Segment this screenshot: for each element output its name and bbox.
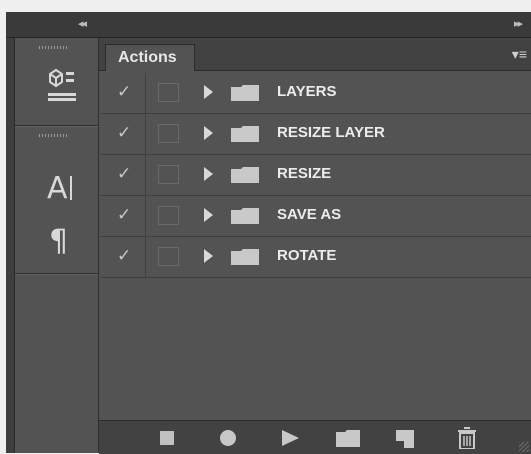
dock-separator (15, 273, 98, 275)
actions-toolbar (99, 420, 531, 454)
action-set-label: LAYERS (277, 83, 337, 100)
column-divider (145, 73, 146, 113)
column-divider (145, 196, 146, 236)
expand-triangle-icon[interactable] (204, 85, 213, 99)
action-set-label: SAVE AS (277, 206, 342, 223)
tab-actions[interactable]: Actions (105, 44, 195, 71)
app-frame: ◂◂ ▸▸ A ¶ Actions ▾≡ ✓ LAYERS ✓ RESIZE L… (6, 12, 531, 454)
column-divider (145, 155, 146, 195)
collapse-right-icon[interactable]: ▸▸ (514, 17, 523, 30)
column-divider (145, 114, 146, 154)
toggle-dialog-box[interactable] (158, 165, 179, 184)
dock-separator (15, 125, 98, 127)
collapse-left-icon[interactable]: ◂◂ (78, 17, 87, 30)
toggle-item-check-icon[interactable]: ✓ (117, 123, 131, 143)
folder-icon (231, 249, 259, 265)
expand-triangle-icon[interactable] (204, 249, 213, 263)
actions-panel: Actions ▾≡ ✓ LAYERS ✓ RESIZE LAYER ✓ RES… (99, 38, 531, 454)
column-divider (145, 237, 146, 277)
icon-dock: A ¶ (15, 38, 99, 453)
record-icon[interactable] (220, 430, 236, 446)
toggle-dialog-box[interactable] (158, 83, 179, 102)
folder-icon (231, 126, 259, 142)
dock-grip[interactable] (39, 46, 69, 49)
left-edge (6, 38, 15, 453)
action-set-row[interactable]: ✓ LAYERS (101, 73, 531, 114)
expand-triangle-icon[interactable] (204, 208, 213, 222)
action-set-row[interactable]: ✓ RESIZE LAYER (101, 114, 531, 155)
toggle-dialog-box[interactable] (158, 124, 179, 143)
play-icon[interactable] (282, 430, 299, 446)
action-set-label: RESIZE (277, 165, 332, 182)
toggle-item-check-icon[interactable]: ✓ (117, 164, 131, 184)
toggle-item-check-icon[interactable]: ✓ (117, 246, 131, 266)
folder-icon (231, 167, 259, 183)
stop-icon[interactable] (160, 431, 174, 445)
folder-icon (231, 208, 259, 224)
action-set-row[interactable]: ✓ SAVE AS (101, 196, 531, 237)
panel-top-bar: ◂◂ ▸▸ (6, 12, 531, 38)
tab-strip: Actions ▾≡ (99, 38, 531, 71)
toggle-item-check-icon[interactable]: ✓ (117, 82, 131, 102)
expand-triangle-icon[interactable] (204, 167, 213, 181)
panel-menu-icon[interactable]: ▾≡ (512, 46, 527, 63)
action-set-label: RESIZE LAYER (277, 124, 385, 141)
action-set-label: ROTATE (277, 247, 337, 264)
actions-list: ✓ LAYERS ✓ RESIZE LAYER ✓ RESIZE ✓ SAVE … (101, 73, 531, 278)
character-icon[interactable]: A (47, 171, 72, 206)
new-set-icon[interactable] (336, 430, 360, 447)
expand-triangle-icon[interactable] (204, 126, 213, 140)
toggle-dialog-box[interactable] (158, 247, 179, 266)
dock-grip[interactable] (39, 134, 69, 137)
toggle-item-check-icon[interactable]: ✓ (117, 205, 131, 225)
new-action-icon[interactable] (396, 430, 414, 448)
paragraph-icon[interactable]: ¶ (49, 224, 68, 259)
toggle-dialog-box[interactable] (158, 206, 179, 225)
action-set-row[interactable]: ✓ ROTATE (101, 237, 531, 278)
folder-icon (231, 85, 259, 101)
action-set-row[interactable]: ✓ RESIZE (101, 155, 531, 196)
resize-grip[interactable] (519, 442, 529, 452)
trash-icon[interactable] (457, 427, 477, 449)
3d-icon[interactable] (45, 68, 79, 104)
